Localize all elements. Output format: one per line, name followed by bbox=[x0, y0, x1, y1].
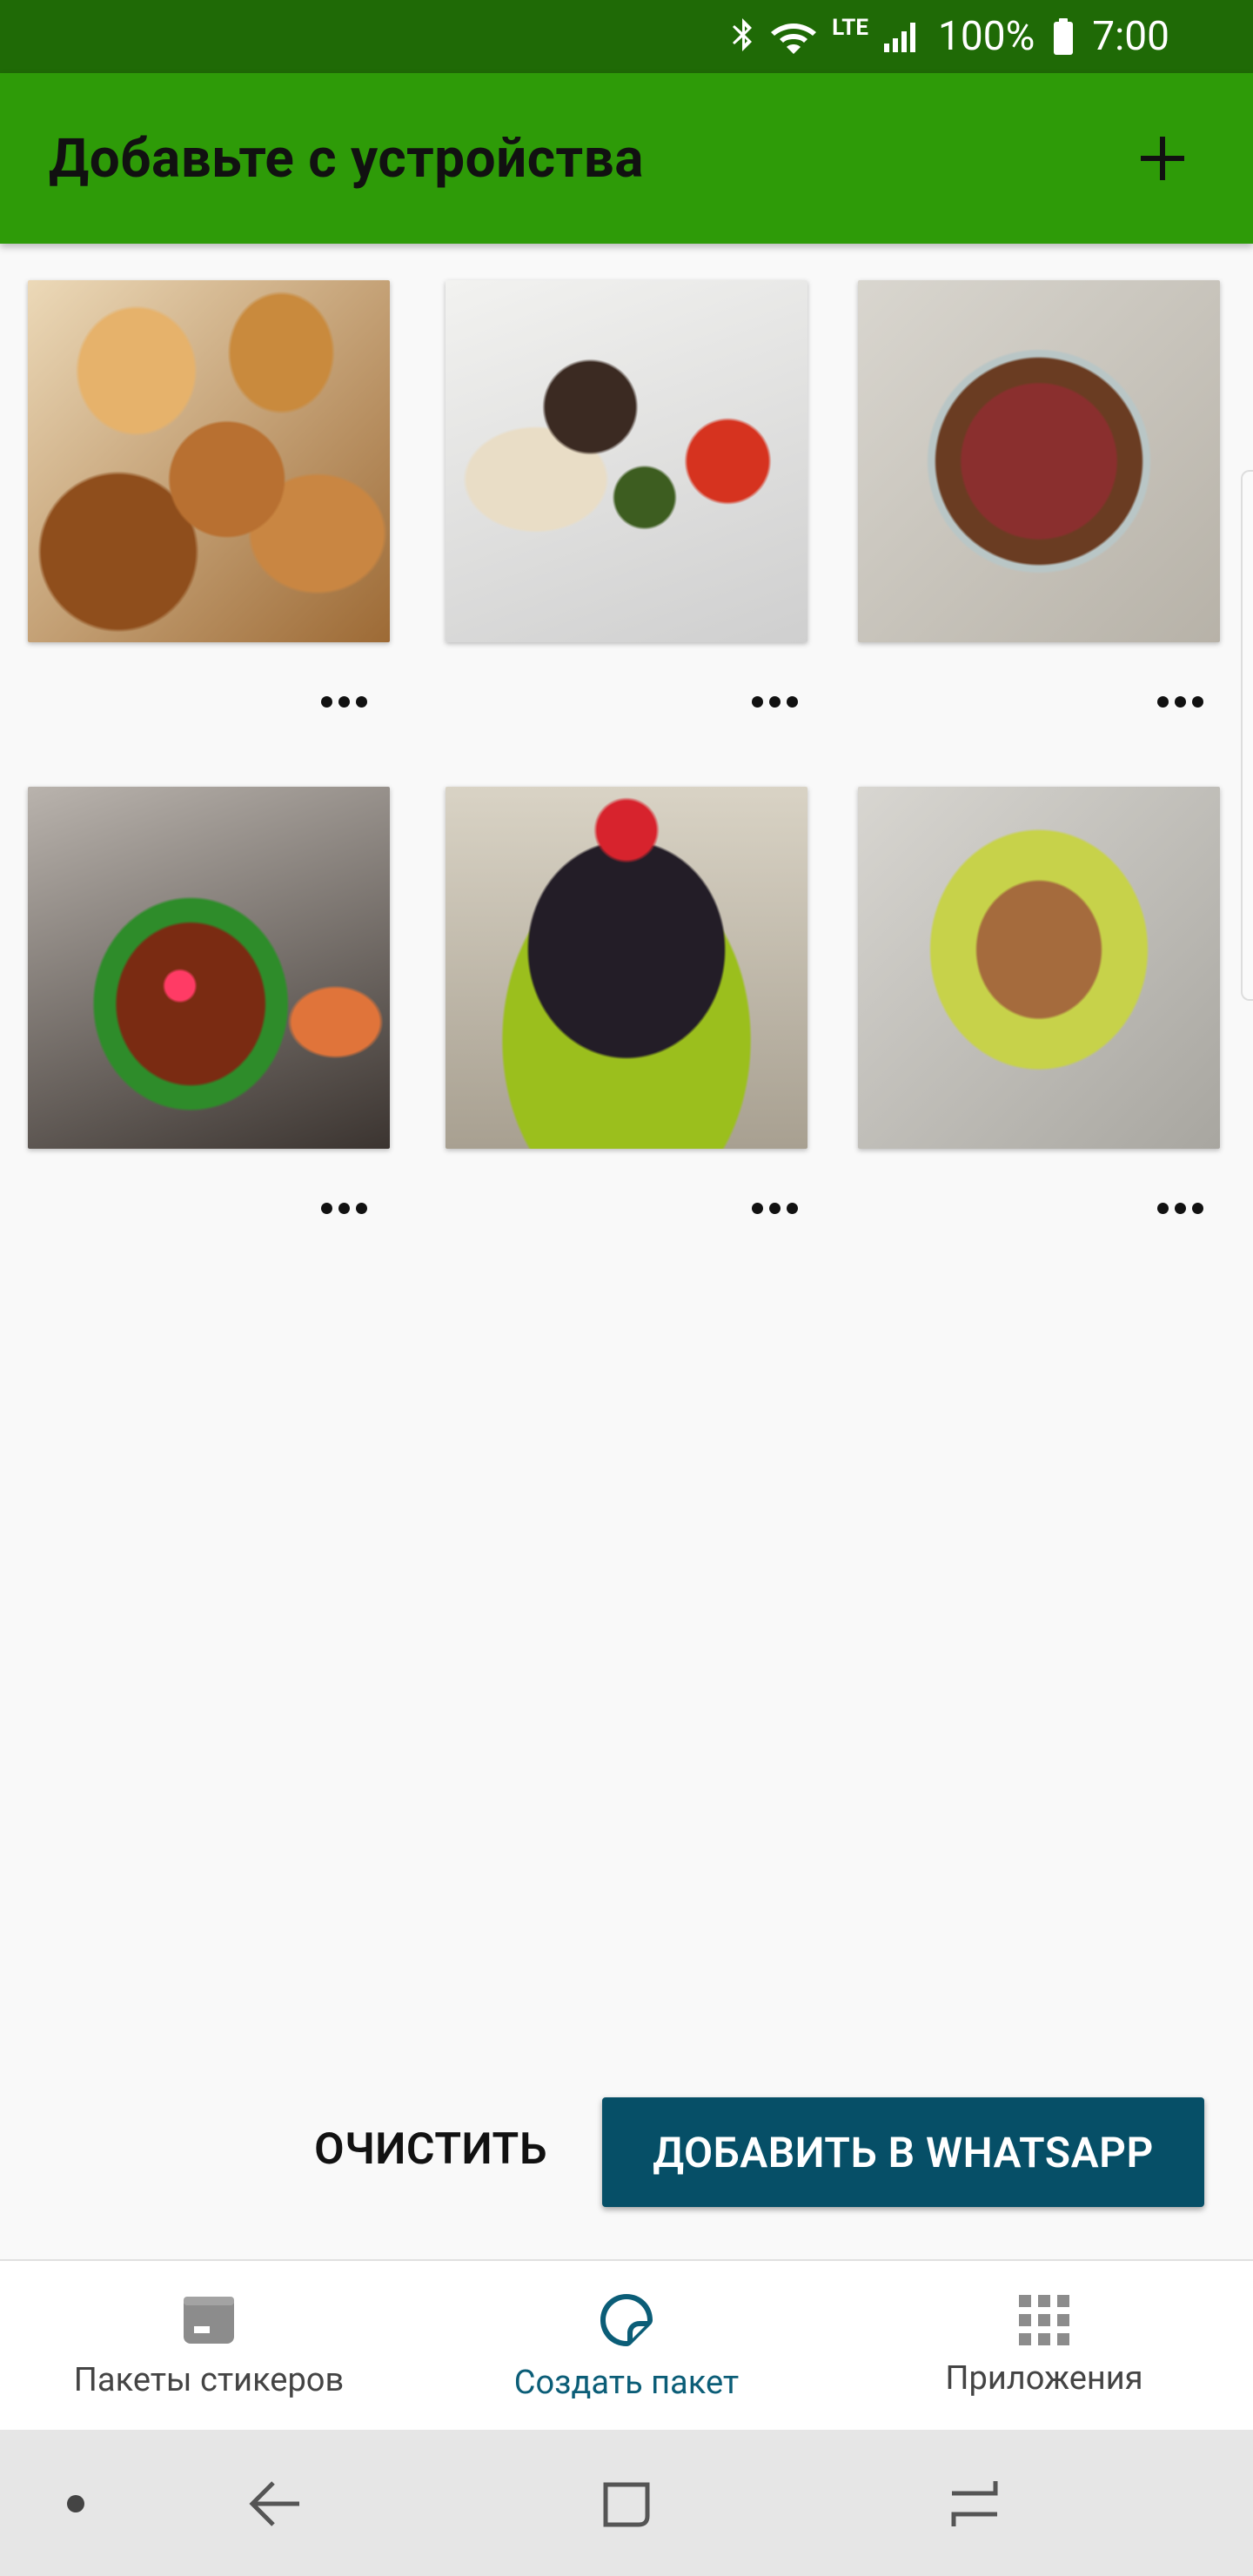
dot-icon bbox=[67, 2495, 84, 2512]
more-horiz-icon bbox=[751, 695, 763, 708]
more-button[interactable] bbox=[733, 677, 816, 726]
status-icons: LTE bbox=[729, 15, 921, 57]
more-button[interactable] bbox=[1138, 677, 1222, 726]
more-horiz-icon bbox=[1156, 1202, 1169, 1214]
nav-item-sticker-packs[interactable]: Пакеты стикеров bbox=[0, 2261, 418, 2430]
bluetooth-icon bbox=[733, 18, 753, 51]
sticker-image[interactable] bbox=[446, 787, 807, 1149]
home-icon bbox=[603, 2482, 650, 2527]
more-horiz-icon bbox=[320, 1202, 332, 1214]
status-bar: LTE 100% 7:00 bbox=[0, 0, 1253, 73]
nav-label: Пакеты стикеров bbox=[73, 2361, 345, 2399]
nav-item-create-pack[interactable]: Создать пакет bbox=[418, 2261, 835, 2430]
sticker-pack-icon bbox=[184, 2297, 234, 2344]
recent-apps-button[interactable] bbox=[931, 2465, 1018, 2543]
back-icon bbox=[249, 2481, 299, 2526]
recent-apps-icon bbox=[951, 2481, 998, 2526]
nav-item-apps[interactable]: Приложения bbox=[835, 2261, 1253, 2430]
app-bar: Добавьте с устройства bbox=[0, 73, 1253, 244]
battery-percent: 100% bbox=[938, 13, 1035, 60]
more-horiz-icon bbox=[751, 1202, 763, 1214]
wifi-icon bbox=[771, 23, 817, 54]
sticker-image[interactable] bbox=[446, 280, 807, 642]
sticker-image[interactable] bbox=[858, 280, 1220, 642]
lte-label: LTE bbox=[832, 15, 869, 41]
create-sticker-icon bbox=[600, 2294, 653, 2346]
dot-button[interactable] bbox=[63, 2482, 89, 2526]
more-horiz-icon bbox=[1156, 695, 1169, 708]
home-button[interactable] bbox=[583, 2465, 670, 2543]
more-button[interactable] bbox=[302, 677, 385, 726]
edge-panel-handle[interactable] bbox=[1241, 470, 1253, 1001]
sticker-cell[interactable] bbox=[28, 280, 390, 642]
sticker-cell[interactable] bbox=[446, 280, 807, 642]
sticker-image[interactable] bbox=[28, 787, 390, 1149]
bottom-navigation: Пакеты стикеров Создать пакет Приложения bbox=[0, 2259, 1253, 2430]
more-button[interactable] bbox=[1138, 1184, 1222, 1232]
back-button[interactable] bbox=[231, 2465, 318, 2543]
system-navigation-bar bbox=[0, 2430, 1253, 2576]
add-to-whatsapp-button[interactable]: ДОБАВИТЬ В WHATSAPP bbox=[602, 2097, 1204, 2207]
action-bar: ОЧИСТИТЬ ДОБАВИТЬ В WHATSAPP bbox=[0, 2089, 1253, 2210]
more-button[interactable] bbox=[302, 1184, 385, 1232]
battery-icon bbox=[1054, 18, 1074, 55]
plus-icon bbox=[1141, 137, 1184, 180]
clear-button[interactable]: ОЧИСТИТЬ bbox=[287, 2097, 574, 2202]
sticker-image[interactable] bbox=[858, 787, 1220, 1149]
nav-label: Приложения bbox=[945, 2359, 1143, 2398]
signal-icon bbox=[884, 23, 916, 52]
more-horiz-icon bbox=[320, 695, 332, 708]
more-button[interactable] bbox=[733, 1184, 816, 1232]
page-title: Добавьте с устройства bbox=[49, 126, 644, 191]
nav-label: Создать пакет bbox=[513, 2364, 740, 2402]
add-button[interactable] bbox=[1121, 117, 1204, 200]
apps-grid-icon bbox=[1019, 2295, 1069, 2345]
sticker-cell[interactable] bbox=[858, 280, 1220, 642]
clock: 7:00 bbox=[1092, 13, 1169, 60]
sticker-cell[interactable] bbox=[446, 787, 807, 1149]
sticker-cell[interactable] bbox=[858, 787, 1220, 1149]
sticker-image[interactable] bbox=[28, 280, 390, 642]
sticker-cell[interactable] bbox=[28, 787, 390, 1149]
